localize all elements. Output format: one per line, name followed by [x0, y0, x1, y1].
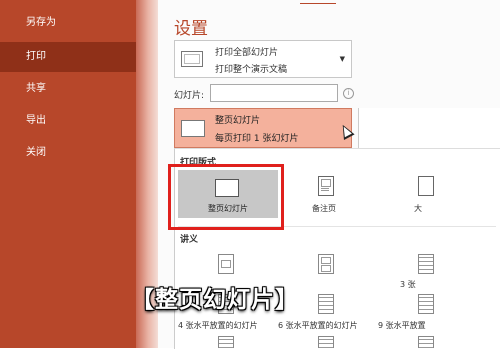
handout-row3-icon[interactable] — [318, 336, 334, 348]
layout-option-notes-label[interactable]: 备注页 — [312, 203, 336, 214]
info-icon[interactable]: i — [343, 88, 354, 99]
handout-3-slides-icon[interactable] — [418, 254, 434, 274]
slides-stack-icon — [181, 51, 203, 67]
selection-highlight-frame — [168, 164, 284, 230]
print-range-label: 打印全部幻灯片 — [215, 48, 279, 58]
print-layout-label: 整页幻灯片 — [215, 116, 261, 126]
chevron-down-icon: ▼ — [339, 55, 345, 63]
outline-icon[interactable] — [418, 176, 434, 196]
handout-2-slides-icon[interactable] — [318, 254, 334, 274]
handout-1-slide-icon[interactable] — [218, 254, 234, 274]
sidebar-item-save-as[interactable]: 另存为 — [0, 8, 136, 38]
sidebar-item-close[interactable]: 关闭 — [0, 138, 136, 168]
backstage-sidebar: 另存为 打印 共享 导出 关闭 — [0, 0, 136, 348]
sidebar-item-print[interactable]: 打印 — [0, 42, 136, 72]
top-link-underline — [300, 0, 336, 4]
handout-row3-icon[interactable] — [418, 336, 434, 348]
handout-6-horizontal-icon[interactable] — [318, 294, 334, 314]
handout-3-label[interactable]: 3 张 — [400, 279, 416, 290]
slides-field-label: 幻灯片: — [174, 91, 205, 101]
sidebar-item-export[interactable]: 导出 — [0, 106, 136, 136]
slides-input[interactable] — [210, 84, 338, 102]
sidebar-item-share[interactable]: 共享 — [0, 74, 136, 104]
handout-9-horizontal-icon[interactable] — [418, 294, 434, 314]
print-layout-description: 每页打印 1 张幻灯片 — [215, 134, 299, 144]
handout-row3-icon[interactable] — [218, 336, 234, 348]
handout-9-label[interactable]: 9 张水平放置 — [378, 320, 426, 331]
print-range-dropdown[interactable]: 打印全部幻灯片 打印整个演示文稿 ▼ — [174, 40, 352, 78]
layout-option-outline-label[interactable]: 大 — [414, 203, 422, 214]
settings-title: 设置 — [174, 19, 208, 39]
print-range-description: 打印整个演示文稿 — [215, 65, 288, 75]
handouts-header: 讲义 — [180, 235, 199, 245]
video-subtitle: 【整页幻灯片】 — [131, 287, 299, 313]
full-page-slide-icon — [181, 120, 205, 137]
handout-4-label[interactable]: 4 张水平放置的幻灯片 — [178, 320, 258, 331]
notes-page-icon[interactable] — [318, 176, 334, 196]
handout-6-label[interactable]: 6 张水平放置的幻灯片 — [278, 320, 358, 331]
popup-top-edge — [358, 108, 500, 148]
print-layout-dropdown[interactable]: 整页幻灯片 每页打印 1 张幻灯片 — [174, 108, 352, 148]
